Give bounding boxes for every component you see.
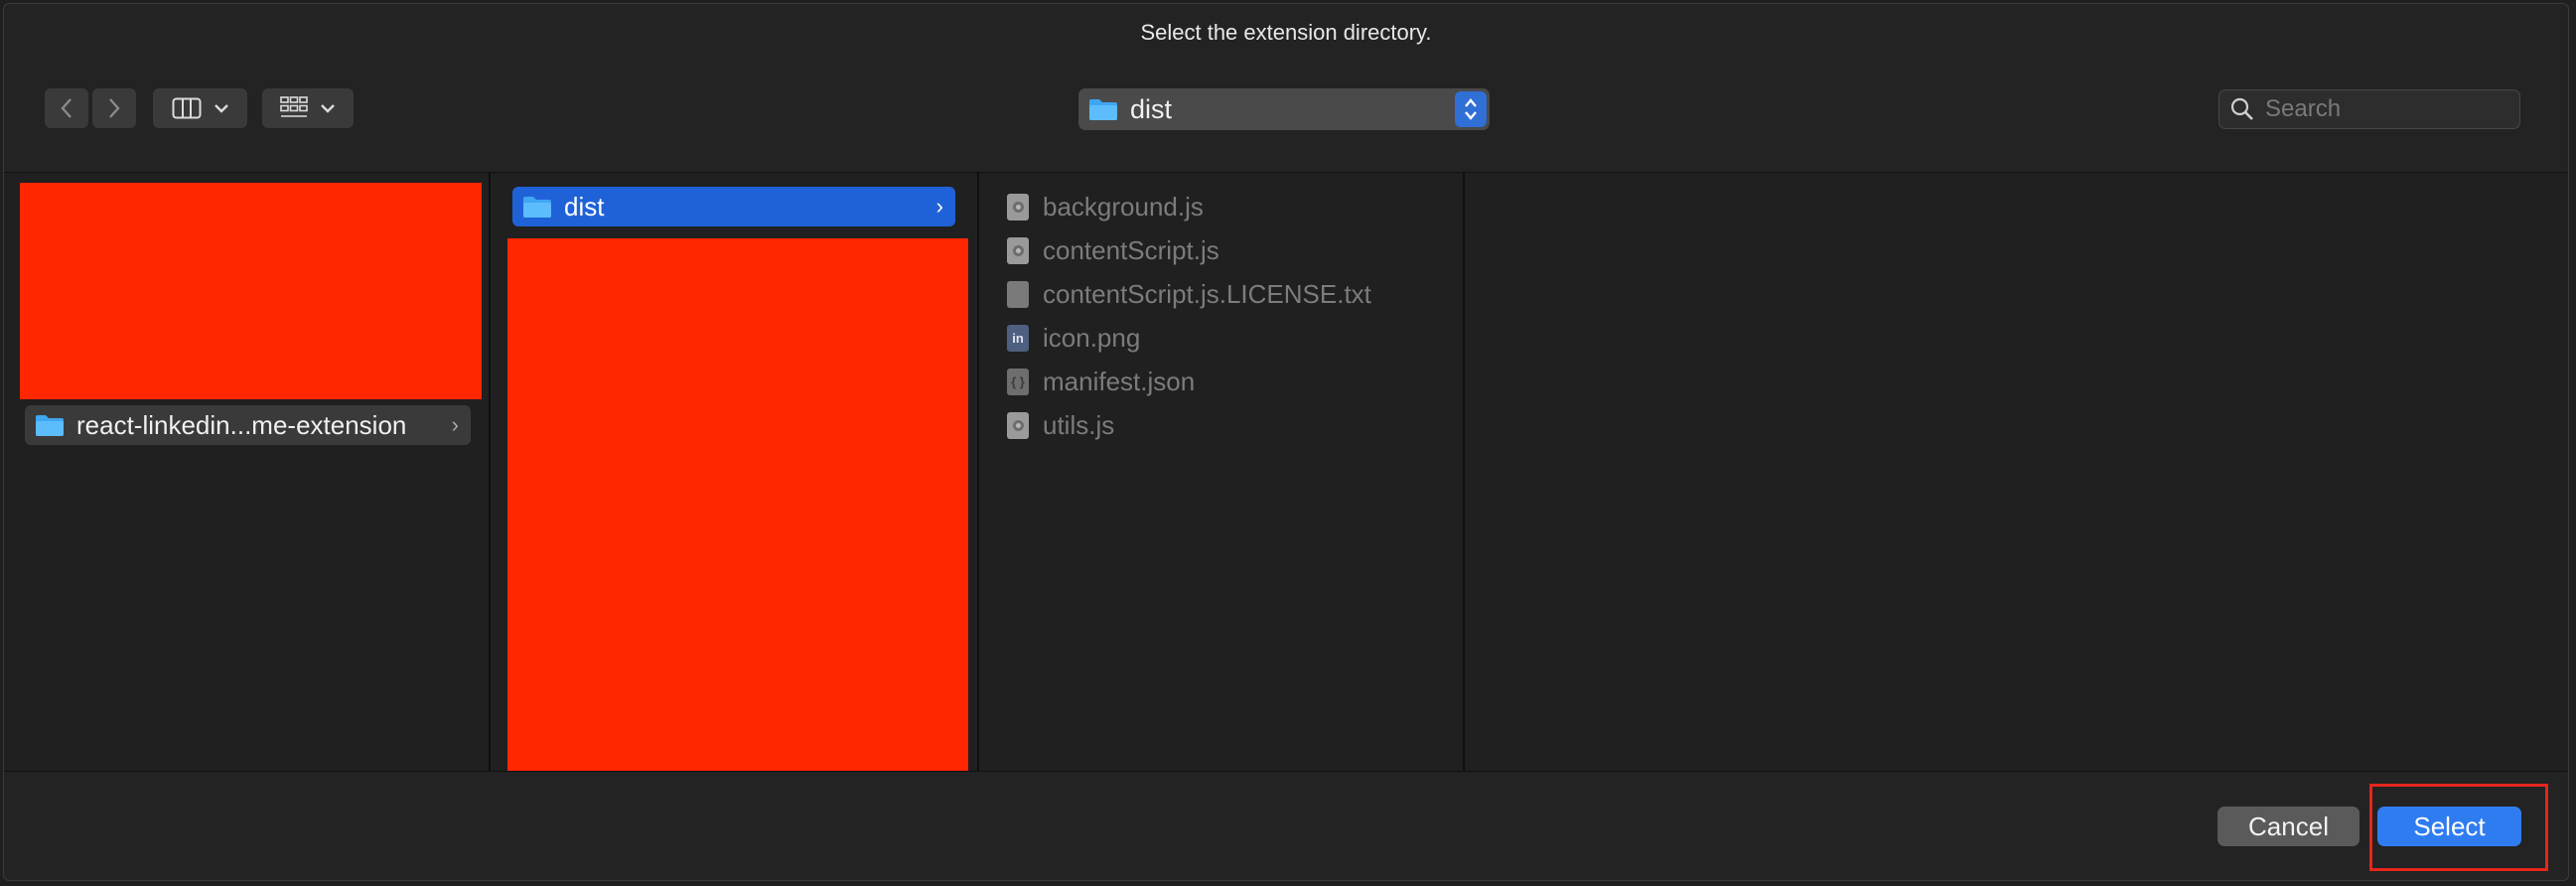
highlight-annotation-box <box>2369 784 2548 871</box>
file-row[interactable]: { } manifest.json <box>1007 362 1195 401</box>
column-2[interactable]: dist › <box>491 173 979 771</box>
chrome-file-icon <box>1007 236 1029 264</box>
popup-stepper <box>1455 91 1487 127</box>
json-file-icon: { } <box>1007 368 1029 395</box>
up-down-chevron-icon <box>1465 98 1477 120</box>
file-name: background.js <box>1043 191 1204 222</box>
file-name: contentScript.js.LICENSE.txt <box>1043 278 1371 309</box>
chevron-down-icon <box>321 104 335 113</box>
search-field[interactable] <box>2218 89 2520 129</box>
dialog-title: Select the extension directory. <box>1140 20 1432 45</box>
path-popup-button[interactable]: dist <box>1078 88 1490 130</box>
group-by-button[interactable] <box>262 88 354 128</box>
file-name: utils.js <box>1043 409 1115 440</box>
chevron-right-icon: › <box>935 194 943 219</box>
search-icon <box>2230 97 2253 120</box>
column-3[interactable]: background.js contentScript.js contentSc… <box>979 173 1465 771</box>
cancel-button[interactable]: Cancel <box>2218 807 2360 846</box>
chrome-file-icon <box>1007 411 1029 439</box>
file-chooser-dialog: Select the extension directory. dist Sea… <box>3 3 2569 881</box>
folder-row-dist[interactable]: dist › <box>512 187 955 226</box>
folder-name: dist <box>564 191 605 222</box>
column-4-empty[interactable] <box>1465 173 2568 771</box>
file-row[interactable]: background.js <box>1007 187 1204 226</box>
folder-name: react-linkedin...me-extension <box>76 409 407 440</box>
file-row[interactable]: utils.js <box>1007 405 1114 445</box>
file-row[interactable]: contentScript.js.LICENSE.txt <box>1007 274 1371 314</box>
column-browser: react-linkedin...me-extension › dist › b… <box>4 172 2568 772</box>
file-name: icon.png <box>1043 322 1141 353</box>
text-file-icon <box>1007 280 1029 308</box>
column-1[interactable]: react-linkedin...me-extension › <box>4 173 491 771</box>
file-row[interactable]: contentScript.js <box>1007 230 1219 270</box>
back-button[interactable] <box>45 88 88 128</box>
view-mode-button[interactable] <box>153 88 247 128</box>
linkedin-image-icon: in <box>1007 324 1029 352</box>
path-popup-label: dist <box>1130 93 1173 124</box>
file-row[interactable]: in icon.png <box>1007 318 1140 358</box>
redacted-region <box>507 238 968 771</box>
search-input[interactable] <box>2263 94 2505 124</box>
file-name: manifest.json <box>1043 366 1196 396</box>
folder-icon <box>36 415 64 436</box>
chevron-right-icon: › <box>451 412 459 437</box>
folder-row-react-linkedin[interactable]: react-linkedin...me-extension › <box>25 405 471 445</box>
folder-icon <box>1089 99 1117 120</box>
chevron-left-icon <box>61 98 72 118</box>
grid-view-icon <box>280 96 308 117</box>
nav-buttons <box>45 88 140 128</box>
file-name: contentScript.js <box>1043 234 1219 265</box>
chrome-file-icon <box>1007 193 1029 221</box>
columns-view-icon <box>172 97 201 119</box>
redacted-region <box>20 183 482 399</box>
folder-icon <box>523 197 551 218</box>
chevron-right-icon <box>109 98 120 118</box>
forward-button[interactable] <box>92 88 136 128</box>
chevron-down-icon <box>214 104 228 113</box>
